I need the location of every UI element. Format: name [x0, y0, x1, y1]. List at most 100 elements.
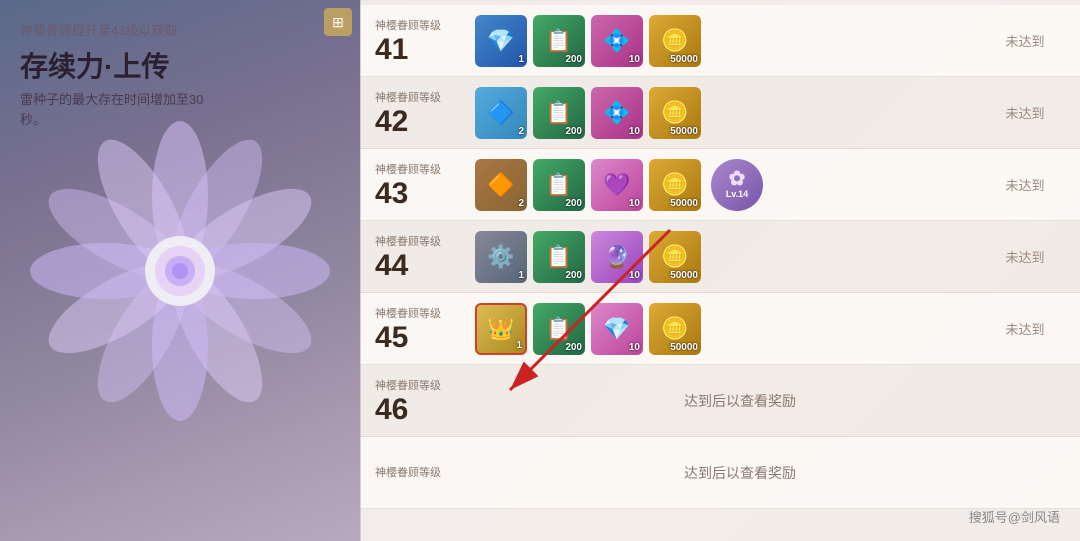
- badge-level-43: Lv.14: [726, 189, 748, 200]
- tile-icon-43: [545, 172, 572, 198]
- level-number-44: 44: [375, 249, 408, 282]
- flower-decoration: [20, 111, 340, 431]
- level-label-text-43: 神樱眷顾等级: [375, 161, 475, 177]
- level-number-46: 46: [375, 393, 408, 426]
- item-pink-crystal-42: 10: [591, 87, 643, 139]
- item-count-crystal3-44: 10: [629, 271, 640, 281]
- flower-icon-43: [729, 169, 746, 189]
- left-panel: ⊞ 神樱眷顾提升至43级以获取 存续力·上传 雷种子的最大存在时间增加至30秒。: [0, 0, 360, 541]
- item-count-tile-42: 200: [565, 127, 582, 137]
- level-label-text-47: 神樱眷顾等级: [375, 464, 475, 480]
- tile-icon-42: [545, 100, 572, 126]
- crown-icon-45: [487, 316, 514, 342]
- reward-list: 神樱眷顾等级 41 1 200 10: [360, 0, 1080, 541]
- item-count-gem2-42: 2: [518, 127, 524, 137]
- status-44: 未达到: [985, 247, 1065, 266]
- item-count-crystal4-45: 10: [629, 343, 640, 353]
- see-reward-47: 达到后以查看奖励: [495, 463, 985, 483]
- gem-icon-41: [487, 28, 514, 54]
- item-count-gem-41: 1: [518, 55, 524, 65]
- item-count-tile-41: 200: [565, 55, 582, 65]
- level-label-text-46: 神樱眷顾等级: [375, 377, 475, 393]
- item-gem2-42: 🔷 2: [475, 87, 527, 139]
- level-number-45: 45: [375, 321, 408, 354]
- item-count-tile-43: 200: [565, 199, 582, 209]
- coin-icon-42: [661, 100, 688, 126]
- item-count-tile-45: 200: [565, 343, 582, 353]
- item-count-coin-44: 50000: [670, 271, 698, 281]
- reward-row-47: 神樱眷顾等级 达到后以查看奖励: [360, 437, 1080, 509]
- item-tool-44: 1: [475, 231, 527, 283]
- tile-icon-41: [545, 28, 572, 54]
- item-green-tile-44: 200: [533, 231, 585, 283]
- item-count-coin-43: 50000: [670, 199, 698, 209]
- item-count-tool-44: 1: [518, 271, 524, 281]
- tool-icon-44: [487, 244, 514, 270]
- level-label-42: 神樱眷顾等级 42: [375, 89, 475, 137]
- item-count-coin-42: 50000: [670, 127, 698, 137]
- bonus-badge-43: Lv.14: [711, 159, 763, 211]
- tile-icon-44: [545, 244, 572, 270]
- watermark-text: 搜狐号@剑风语: [969, 510, 1060, 525]
- item-brown-gem-43: 2: [475, 159, 527, 211]
- item-count-crown-45: 1: [516, 341, 522, 351]
- item-green-tile-41: 200: [533, 15, 585, 67]
- reward-row-46: 神樱眷顾等级 46 达到后以查看奖励: [360, 365, 1080, 437]
- right-panel: 神樱眷顾等级 41 1 200 10: [360, 0, 1080, 541]
- main-container: ⊞ 神樱眷顾提升至43级以获取 存续力·上传 雷种子的最大存在时间增加至30秒。…: [0, 0, 1080, 541]
- item-gold-coin-44: 50000: [649, 231, 701, 283]
- skill-description: 雷种子的最大存在时间增加至30秒。: [20, 90, 220, 129]
- coin-icon-44: [661, 244, 688, 270]
- skill-title: 存续力·上传: [20, 45, 169, 85]
- level-label-45: 神樱眷顾等级 45: [375, 305, 475, 353]
- level-label-43: 神樱眷顾等级 43: [375, 161, 475, 209]
- item-crystal3-44: 🔮 10: [591, 231, 643, 283]
- item-blue-gem-41: 1: [475, 15, 527, 67]
- item-gold-coin-42: 50000: [649, 87, 701, 139]
- prereq-text: 神樱眷顾提升至43级以获取: [20, 20, 177, 39]
- items-41: 1 200 10 50000: [475, 15, 985, 67]
- item-count-coin-45: 50000: [670, 343, 698, 353]
- coin-icon-43: [661, 172, 688, 198]
- see-reward-46: 达到后以查看奖励: [495, 391, 985, 411]
- brown-gem-icon-43: [487, 172, 514, 198]
- level-number-41: 41: [375, 33, 408, 66]
- crystal-icon-42: [603, 100, 630, 126]
- level-label-44: 神樱眷顾等级 44: [375, 233, 475, 281]
- reward-row-41: 神樱眷顾等级 41 1 200 10: [360, 5, 1080, 77]
- level-label-text-45: 神樱眷顾等级: [375, 305, 475, 321]
- level-number-43: 43: [375, 177, 408, 210]
- items-45: 1 200 💎 10 50000: [475, 303, 985, 355]
- status-45: 未达到: [985, 319, 1065, 338]
- reward-row-44: 神樱眷顾等级 44 1 200 🔮 10: [360, 221, 1080, 293]
- reward-row-45: 神樱眷顾等级 45 1 200 💎 10: [360, 293, 1080, 365]
- level-label-text-41: 神樱眷顾等级: [375, 17, 475, 33]
- level-label-text-44: 神樱眷顾等级: [375, 233, 475, 249]
- watermark: 搜狐号@剑风语: [969, 507, 1060, 526]
- item-gold-coin-41: 50000: [649, 15, 701, 67]
- item-gold-coin-45: 50000: [649, 303, 701, 355]
- items-43: 2 200 💜 10 50000: [475, 159, 985, 211]
- level-label-41: 神樱眷顾等级 41: [375, 17, 475, 65]
- status-43: 未达到: [985, 175, 1065, 194]
- item-pink-crystal-41: 10: [591, 15, 643, 67]
- level-label-text-42: 神樱眷顾等级: [375, 89, 475, 105]
- item-count-tile-44: 200: [565, 271, 582, 281]
- tile-icon-45: [545, 316, 572, 342]
- crystal-icon-41: [603, 28, 630, 54]
- panel-divider: [360, 0, 361, 541]
- coin-icon-45: [661, 316, 688, 342]
- status-42: 未达到: [985, 103, 1065, 122]
- item-count-brown-43: 2: [518, 199, 524, 209]
- level-label-46: 神樱眷顾等级 46: [375, 377, 475, 425]
- corner-decoration: ⊞: [324, 8, 352, 36]
- reward-row-43: 神樱眷顾等级 43 2 200 💜 10: [360, 149, 1080, 221]
- item-green-tile-45: 200: [533, 303, 585, 355]
- item-crystal2-43: 💜 10: [591, 159, 643, 211]
- reward-row-42: 神樱眷顾等级 42 🔷 2 200 10: [360, 77, 1080, 149]
- level-number-42: 42: [375, 105, 408, 138]
- items-44: 1 200 🔮 10 50000: [475, 231, 985, 283]
- status-41: 未达到: [985, 31, 1065, 50]
- item-crown-45: 1: [475, 303, 527, 355]
- coin-icon-41: [661, 28, 688, 54]
